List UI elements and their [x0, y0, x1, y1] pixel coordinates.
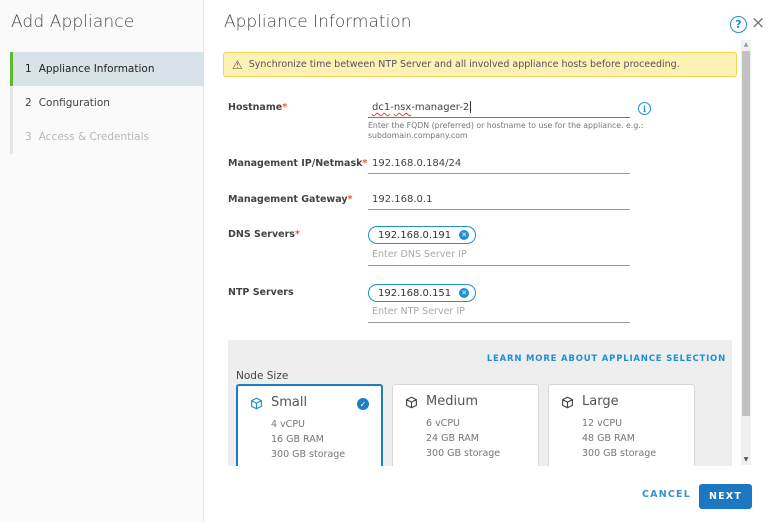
card-title: Medium — [426, 394, 478, 409]
scroll-up-arrow-icon[interactable]: ▲ — [741, 40, 751, 50]
card-storage: 300 GB storage — [582, 448, 657, 459]
hostname-spell-error: nsx — [393, 102, 412, 113]
ntp-warning-alert: ⚠ Synchronize time between NTP Server an… — [223, 52, 737, 77]
step-label: Appliance Information — [38, 63, 155, 75]
card-storage: 300 GB storage — [271, 449, 346, 460]
hostname-value-suffix: -manager-2 — [411, 102, 470, 113]
mgmt-gateway-label-text: Management Gateway — [228, 194, 348, 205]
cube-icon — [406, 396, 417, 409]
hostname-label: Hostname* — [228, 102, 287, 113]
step-configuration[interactable]: 2 Configuration — [13, 86, 204, 120]
chip-label: 192.168.0.191 — [378, 229, 452, 241]
required-marker: * — [282, 102, 288, 113]
cancel-button[interactable]: CANCEL — [642, 489, 691, 500]
mgmt-ip-label: Management IP/Netmask* — [228, 158, 367, 169]
selected-check-icon: ✓ — [357, 398, 369, 410]
remove-chip-icon[interactable]: ✕ — [459, 288, 470, 298]
vertical-scrollbar[interactable]: ▲ ▼ — [741, 40, 751, 465]
text-cursor — [470, 101, 472, 113]
node-size-panel: LEARN MORE ABOUT APPLIANCE SELECTION Nod… — [228, 340, 732, 466]
scrollbar-thumb[interactable] — [742, 51, 750, 416]
page-title: Appliance Information — [224, 12, 412, 32]
hostname-label-text: Hostname — [228, 102, 283, 113]
dns-server-input[interactable]: Enter DNS Server IP — [368, 246, 630, 266]
dns-server-chip: 192.168.0.191 ✕ — [368, 226, 477, 244]
cube-icon — [251, 397, 262, 410]
required-marker: * — [362, 158, 368, 169]
wizard-sidebar: Add Appliance 1 Appliance Information 2 … — [0, 0, 204, 522]
node-size-card-medium[interactable]: Medium 6 vCPU 24 GB RAM 300 GB storage — [392, 384, 539, 466]
step-number: 3 — [25, 131, 32, 143]
required-marker: * — [347, 194, 353, 205]
cube-icon — [562, 396, 573, 409]
card-storage: 300 GB storage — [426, 448, 501, 459]
ntp-server-chip: 192.168.0.151 ✕ — [368, 284, 477, 302]
ntp-servers-label: NTP Servers — [228, 287, 294, 298]
ntp-servers-label-text: NTP Servers — [228, 287, 294, 298]
node-size-card-large[interactable]: Large 12 vCPU 48 GB RAM 300 GB storage — [548, 384, 695, 466]
step-label: Access & Credentials — [38, 131, 150, 143]
step-number: 2 — [25, 97, 32, 109]
dns-servers-label: DNS Servers* — [228, 229, 300, 240]
close-icon[interactable]: × — [751, 13, 765, 33]
scroll-down-arrow-icon[interactable]: ▼ — [741, 455, 751, 465]
next-button[interactable]: NEXT — [699, 484, 752, 509]
card-ram: 48 GB RAM — [582, 433, 635, 444]
dns-servers-label-text: DNS Servers — [228, 229, 295, 240]
mgmt-gateway-input[interactable]: 192.168.0.1 — [368, 190, 630, 210]
hostname-value-part: dc1-nsx-manager-2 — [372, 102, 470, 113]
node-size-label: Node Size — [236, 370, 289, 382]
mgmt-ip-label-text: Management IP/Netmask — [228, 158, 363, 169]
step-number: 1 — [25, 63, 32, 75]
help-icon[interactable]: ? — [730, 16, 747, 33]
step-appliance-information[interactable]: 1 Appliance Information — [10, 52, 204, 86]
card-cpu: 12 vCPU — [582, 418, 623, 429]
card-ram: 16 GB RAM — [271, 434, 324, 445]
remove-chip-icon[interactable]: ✕ — [459, 230, 470, 240]
alert-text: Synchronize time between NTP Server and … — [248, 59, 680, 70]
warning-icon: ⚠ — [232, 57, 243, 72]
card-ram: 24 GB RAM — [426, 433, 479, 444]
card-title: Large — [582, 394, 619, 409]
info-icon[interactable]: i — [638, 102, 651, 115]
chip-label: 192.168.0.151 — [378, 287, 452, 299]
card-cpu: 4 vCPU — [271, 419, 306, 430]
step-list: 1 Appliance Information 2 Configuration … — [10, 52, 204, 154]
hostname-spell-error: dc1 — [372, 102, 391, 113]
mgmt-ip-input[interactable]: 192.168.0.184/24 — [368, 154, 630, 174]
required-marker: * — [294, 229, 300, 240]
step-access-credentials: 3 Access & Credentials — [13, 120, 204, 154]
mgmt-gateway-label: Management Gateway* — [228, 194, 352, 205]
card-cpu: 6 vCPU — [426, 418, 461, 429]
wizard-main: Appliance Information ? × ⚠ Synchronize … — [204, 0, 768, 522]
learn-more-link[interactable]: LEARN MORE ABOUT APPLIANCE SELECTION — [487, 354, 726, 364]
ntp-server-input[interactable]: Enter NTP Server IP — [368, 303, 630, 323]
hostname-input[interactable]: dc1-nsx-manager-2 — [368, 98, 630, 118]
add-appliance-wizard: Add Appliance 1 Appliance Information 2 … — [0, 0, 768, 522]
form-scroll-area: ⚠ Synchronize time between NTP Server an… — [204, 40, 768, 466]
card-title: Small — [271, 395, 308, 410]
node-size-card-small[interactable]: Small ✓ 4 vCPU 16 GB RAM 300 GB storage — [236, 384, 383, 466]
step-label: Configuration — [38, 97, 110, 109]
wizard-title: Add Appliance — [11, 12, 135, 32]
hostname-helper-text: Enter the FQDN (preferred) or hostname t… — [368, 121, 644, 140]
